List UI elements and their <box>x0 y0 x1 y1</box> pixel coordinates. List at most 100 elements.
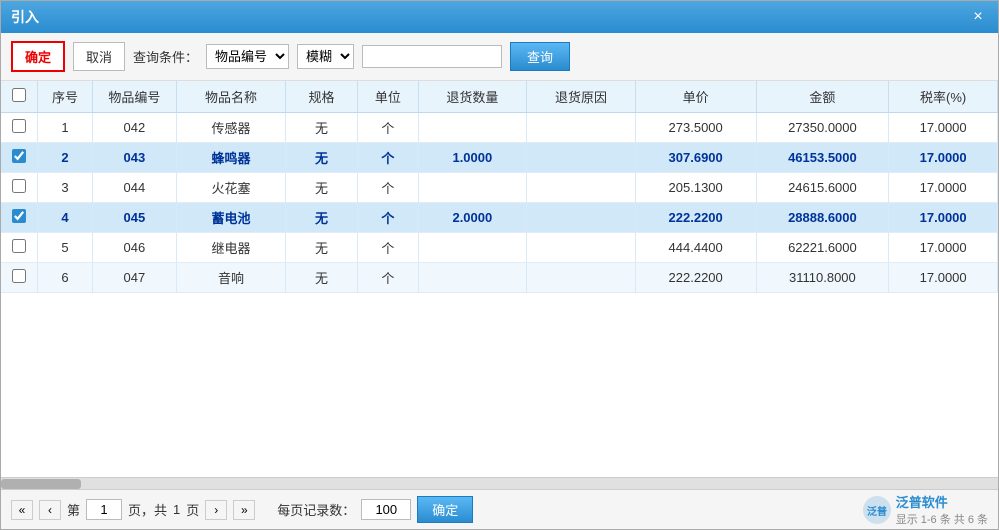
row-seq: 5 <box>38 233 92 263</box>
table-container: 序号 物品编号 物品名称 规格 单位 退货数量 退货原因 单价 金额 税率(%)… <box>1 81 998 477</box>
footer-confirm-button[interactable]: 确定 <box>417 496 473 523</box>
page-end: 页 <box>186 500 199 519</box>
scrollbar-thumb <box>1 479 81 489</box>
table-row[interactable]: 3 044 火花塞 无 个 205.1300 24615.6000 17.000… <box>1 173 998 203</box>
row-tax: 17.0000 <box>889 233 998 263</box>
row-code: 046 <box>92 233 177 263</box>
row-spec: 无 <box>285 263 357 293</box>
last-page-button[interactable]: » <box>233 500 255 520</box>
row-reason <box>527 203 636 233</box>
row-name: 音响 <box>177 263 286 293</box>
table-header-row: 序号 物品编号 物品名称 规格 单位 退货数量 退货原因 单价 金额 税率(%) <box>1 81 998 113</box>
row-amount: 31110.8000 <box>756 263 889 293</box>
header-reason: 退货原因 <box>527 81 636 113</box>
search-input[interactable] <box>362 45 502 68</box>
row-checkbox-cell <box>1 263 38 293</box>
row-amount: 62221.6000 <box>756 233 889 263</box>
row-checkbox[interactable] <box>12 209 26 223</box>
row-seq: 6 <box>38 263 92 293</box>
table-row[interactable]: 2 043 蜂鸣器 无 个 1.0000 307.6900 46153.5000… <box>1 143 998 173</box>
row-checkbox-cell <box>1 203 38 233</box>
row-qty: 1.0000 <box>418 143 527 173</box>
header-unit: 单位 <box>358 81 418 113</box>
row-spec: 无 <box>285 203 357 233</box>
header-amount: 金额 <box>756 81 889 113</box>
row-checkbox[interactable] <box>12 239 26 253</box>
records-per-page-input[interactable] <box>361 499 411 520</box>
dialog-title: 引入 <box>11 7 39 27</box>
data-table: 序号 物品编号 物品名称 规格 单位 退货数量 退货原因 单价 金额 税率(%)… <box>1 81 998 293</box>
close-button[interactable]: × <box>968 7 988 27</box>
row-reason <box>527 113 636 143</box>
next-page-button[interactable]: › <box>205 500 227 520</box>
row-amount: 28888.6000 <box>756 203 889 233</box>
logo-area: 泛普 泛普软件 显示 1-6 条 共 6 条 <box>862 492 988 527</box>
row-qty: 2.0000 <box>418 203 527 233</box>
footer: « ‹ 第 页，共 1 页 › » 每页记录数： 确定 泛普 泛普软件 显示 1… <box>1 489 998 529</box>
header-price: 单价 <box>635 81 756 113</box>
table-row[interactable]: 1 042 传感器 无 个 273.5000 27350.0000 17.000… <box>1 113 998 143</box>
row-checkbox-cell <box>1 233 38 263</box>
table-row[interactable]: 5 046 继电器 无 个 444.4400 62221.6000 17.000… <box>1 233 998 263</box>
header-tax: 税率(%) <box>889 81 998 113</box>
row-checkbox[interactable] <box>12 119 26 133</box>
header-name: 物品名称 <box>177 81 286 113</box>
row-unit: 个 <box>358 263 418 293</box>
row-checkbox[interactable] <box>12 269 26 283</box>
row-seq: 3 <box>38 173 92 203</box>
row-code: 044 <box>92 173 177 203</box>
page-input[interactable] <box>86 499 122 520</box>
row-checkbox-cell <box>1 173 38 203</box>
row-qty <box>418 173 527 203</box>
row-price: 205.1300 <box>635 173 756 203</box>
row-code: 043 <box>92 143 177 173</box>
table-row[interactable]: 4 045 蓄电池 无 个 2.0000 222.2200 28888.6000… <box>1 203 998 233</box>
row-checkbox[interactable] <box>12 179 26 193</box>
row-checkbox-cell <box>1 113 38 143</box>
field-select[interactable]: 物品编号 物品名称 规格 <box>206 44 289 69</box>
header-checkbox-col <box>1 81 38 113</box>
row-price: 222.2200 <box>635 203 756 233</box>
select-all-checkbox[interactable] <box>12 88 26 102</box>
row-tax: 17.0000 <box>889 143 998 173</box>
row-spec: 无 <box>285 143 357 173</box>
row-unit: 个 <box>358 233 418 263</box>
header-spec: 规格 <box>285 81 357 113</box>
table-row[interactable]: 6 047 音响 无 个 222.2200 31110.8000 17.0000 <box>1 263 998 293</box>
query-condition-label: 查询条件： <box>133 47 198 66</box>
row-reason <box>527 173 636 203</box>
match-select[interactable]: 模糊 精确 <box>297 44 354 69</box>
row-tax: 17.0000 <box>889 203 998 233</box>
row-qty <box>418 113 527 143</box>
row-reason <box>527 233 636 263</box>
svg-text:泛普: 泛普 <box>867 505 887 518</box>
horizontal-scrollbar[interactable] <box>1 477 998 489</box>
row-unit: 个 <box>358 143 418 173</box>
row-seq: 1 <box>38 113 92 143</box>
row-tax: 17.0000 <box>889 173 998 203</box>
row-checkbox[interactable] <box>12 149 26 163</box>
row-reason <box>527 143 636 173</box>
logo-icon: 泛普 <box>862 495 892 525</box>
row-tax: 17.0000 <box>889 263 998 293</box>
row-amount: 24615.6000 <box>756 173 889 203</box>
row-seq: 4 <box>38 203 92 233</box>
cancel-button[interactable]: 取消 <box>73 42 125 71</box>
page-suffix: 页，共 <box>128 500 167 519</box>
first-page-button[interactable]: « <box>11 500 33 520</box>
dialog: 引入 × 确定 取消 查询条件： 物品编号 物品名称 规格 模糊 精确 查询 <box>0 0 999 530</box>
confirm-button[interactable]: 确定 <box>11 41 65 72</box>
row-amount: 46153.5000 <box>756 143 889 173</box>
row-spec: 无 <box>285 233 357 263</box>
prev-page-button[interactable]: ‹ <box>39 500 61 520</box>
row-spec: 无 <box>285 113 357 143</box>
row-name: 火花塞 <box>177 173 286 203</box>
toolbar: 确定 取消 查询条件： 物品编号 物品名称 规格 模糊 精确 查询 <box>1 33 998 81</box>
query-button[interactable]: 查询 <box>510 42 570 71</box>
row-spec: 无 <box>285 173 357 203</box>
logo-text: 泛普软件 <box>896 492 988 511</box>
row-price: 444.4400 <box>635 233 756 263</box>
row-price: 307.6900 <box>635 143 756 173</box>
row-unit: 个 <box>358 113 418 143</box>
row-unit: 个 <box>358 203 418 233</box>
